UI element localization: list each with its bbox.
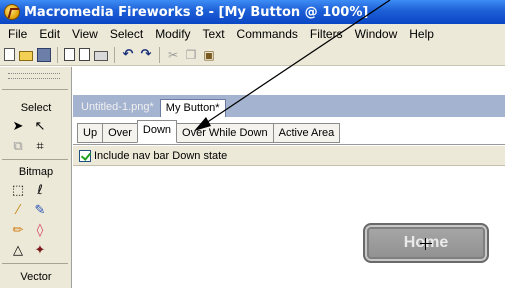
- blur-tool-icon[interactable]: △: [10, 243, 26, 259]
- doc-tab-my-button[interactable]: My Button*: [159, 99, 226, 117]
- cut-icon[interactable]: ✂: [166, 48, 180, 62]
- crop-tool-icon[interactable]: ⌗: [32, 139, 48, 155]
- section-divider: [2, 89, 68, 90]
- menu-view[interactable]: View: [66, 27, 104, 41]
- vector-section-label: Vector: [20, 271, 52, 283]
- tab-down[interactable]: Down: [136, 120, 178, 143]
- title-bar: Macromedia Fireworks 8 - [My Button @ 10…: [0, 0, 505, 24]
- menu-file[interactable]: File: [2, 27, 33, 41]
- eraser-tool-icon[interactable]: ◊: [32, 223, 48, 239]
- include-down-state-checkbox[interactable]: [79, 149, 91, 162]
- toolbar-separator: [57, 46, 58, 63]
- magic-wand-tool-icon[interactable]: ⁄: [10, 203, 26, 219]
- crosshair-cursor-icon: [420, 238, 432, 250]
- scale-tool-icon[interactable]: ⧉: [10, 139, 26, 155]
- print-icon[interactable]: [94, 50, 108, 61]
- toolbar-separator: [114, 46, 115, 63]
- menu-help[interactable]: Help: [403, 27, 440, 41]
- button-state-tabs: Up Over Down Over While Down Active Area: [77, 120, 341, 143]
- menu-filters[interactable]: Filters: [304, 27, 349, 41]
- menu-window[interactable]: Window: [349, 27, 404, 41]
- include-down-state-label: Include nav bar Down state: [94, 149, 228, 162]
- tools-panel: Select ➤ ↖ ⧉ ⌗ Bitmap ⬚ ℓ ⁄ ✎ ✏ ◊ △ ✦ Ve…: [0, 67, 72, 288]
- button-editor-tabs-area: Up Over Down Over While Down Active Area: [73, 117, 505, 145]
- brush-tool-icon[interactable]: ✎: [32, 203, 48, 219]
- tab-up[interactable]: Up: [77, 123, 104, 143]
- section-divider: [2, 263, 68, 264]
- tab-over[interactable]: Over: [102, 123, 138, 143]
- menu-modify[interactable]: Modify: [149, 27, 196, 41]
- bitmap-section-label: Bitmap: [18, 166, 54, 178]
- main-toolbar: ↶ ↷ ✂ ❐ ▣: [0, 44, 505, 66]
- state-options-bar: Include nav bar Down state: [73, 146, 505, 166]
- save-icon[interactable]: [37, 47, 51, 62]
- menu-text[interactable]: Text: [197, 27, 231, 41]
- undo-icon[interactable]: ↶: [121, 47, 135, 62]
- menu-commands[interactable]: Commands: [231, 27, 304, 41]
- menu-bar: File Edit View Select Modify Text Comman…: [0, 24, 505, 44]
- pencil-tool-icon[interactable]: ✏: [10, 223, 26, 239]
- document-tab-bar: Untitled-1.png* My Button*: [73, 95, 505, 117]
- marquee-tool-icon[interactable]: ⬚: [10, 183, 26, 199]
- doc-tab-untitled[interactable]: Untitled-1.png*: [76, 99, 159, 117]
- rubber-stamp-tool-icon[interactable]: ✦: [32, 243, 48, 259]
- tab-active-area[interactable]: Active Area: [272, 123, 341, 143]
- copy-icon[interactable]: ❐: [184, 48, 198, 62]
- window-title: Macromedia Fireworks 8 - [My Button @ 10…: [24, 4, 369, 20]
- select-section-label: Select: [20, 102, 52, 114]
- pointer-tool-icon[interactable]: ➤: [10, 119, 26, 135]
- lasso-tool-icon[interactable]: ℓ: [32, 183, 48, 199]
- export-icon[interactable]: [79, 48, 90, 61]
- canvas[interactable]: Home: [73, 167, 505, 288]
- menu-edit[interactable]: Edit: [33, 27, 66, 41]
- paste-icon[interactable]: ▣: [202, 48, 216, 62]
- section-divider: [2, 159, 68, 160]
- toolbar-separator: [159, 46, 160, 63]
- subselection-tool-icon[interactable]: ↖: [32, 119, 48, 135]
- document-icon[interactable]: [64, 48, 75, 61]
- menu-select[interactable]: Select: [104, 27, 149, 41]
- new-icon[interactable]: [4, 48, 15, 61]
- fireworks-logo-icon: [4, 4, 20, 20]
- panel-grip[interactable]: [8, 73, 60, 79]
- document-area: Untitled-1.png* My Button* Up Over Down …: [73, 67, 505, 288]
- tab-over-while-down[interactable]: Over While Down: [176, 123, 274, 143]
- open-icon[interactable]: [19, 51, 33, 61]
- redo-icon[interactable]: ↷: [139, 47, 153, 62]
